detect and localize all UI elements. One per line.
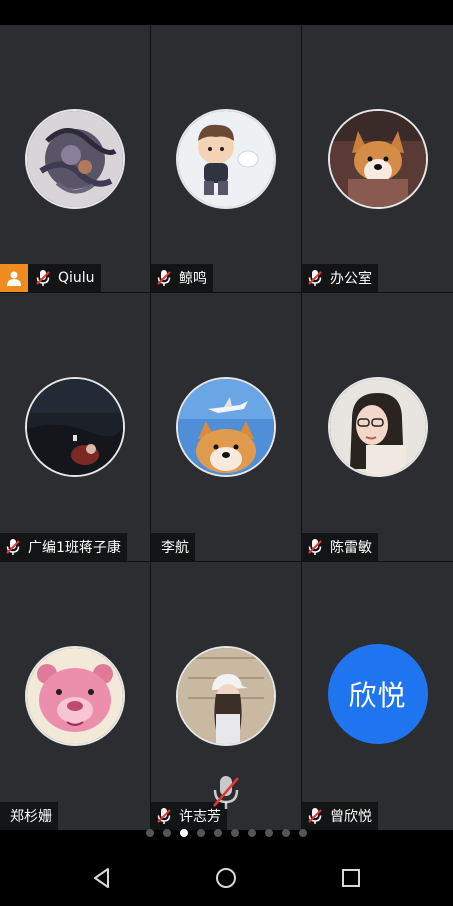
participant-tile[interactable]: 鲸鸣 [151,25,301,292]
girl-cap-avatar [176,646,276,746]
participant-label: 陈雷敏 [302,533,378,561]
participant-name: Qiulu [58,270,95,286]
abstract-art-avatar [25,109,125,209]
participant-tile[interactable]: 郑杉姗 [0,562,150,830]
participant-label: Qiulu [0,264,101,292]
dark-scene-avatar [25,377,125,477]
page-dot-active[interactable] [180,829,188,837]
muted-mic-icon [306,269,324,287]
system-navbar [0,850,453,906]
square-recents-icon [341,869,360,887]
page-dot[interactable] [282,829,290,837]
pink-bear-avatar [25,646,125,746]
text-avatar: 欣悦 [327,644,428,744]
page-dot[interactable] [163,829,171,837]
participant-name: 办公室 [330,271,372,287]
participant-label: 郑杉姗 [0,802,58,830]
participant-name: 广编1班蒋子康 [28,540,121,556]
recents-button[interactable] [331,858,371,898]
participant-grid: Qiulu 鲸鸣 办公室 广编1班蒋子康 李航 陈雷敏 郑杉姗 许志芳 欣悦 曾… [0,25,453,830]
page-dot[interactable] [146,829,154,837]
host-badge-icon [0,264,28,292]
page-dot[interactable] [299,829,307,837]
muted-mic-icon [306,538,324,556]
participant-label: 李航 [151,533,195,561]
page-dot[interactable] [231,829,239,837]
girl-portrait-avatar [327,377,428,477]
participant-tile[interactable]: 欣悦 曾欣悦 [302,562,453,830]
shiba-airplane-avatar [176,377,276,477]
back-button[interactable] [82,858,122,898]
participant-name: 曾欣悦 [330,809,372,825]
corgi-dog-avatar [327,109,428,209]
page-dot[interactable] [197,829,205,837]
triangle-back-icon [94,868,110,888]
participant-label: 广编1班蒋子康 [0,533,127,561]
home-button[interactable] [206,858,246,898]
participant-name: 陈雷敏 [330,540,372,556]
participant-name: 郑杉姗 [10,809,52,825]
page-indicator [0,828,453,838]
participant-tile[interactable]: 广编1班蒋子康 [0,293,150,561]
participant-tile[interactable]: 陈雷敏 [302,293,453,561]
participant-tile[interactable]: 李航 [151,293,301,561]
participant-tile[interactable]: Qiulu [0,25,150,292]
circle-home-icon [216,868,237,888]
meeting-screen: Qiulu 鲸鸣 办公室 广编1班蒋子康 李航 陈雷敏 郑杉姗 许志芳 欣悦 曾… [0,0,453,906]
participant-tile[interactable]: 办公室 [302,25,453,292]
page-dot[interactable] [214,829,222,837]
participant-name: 李航 [161,540,189,556]
participant-label: 曾欣悦 [302,802,378,830]
muted-mic-icon [34,269,52,287]
self-muted-mic-icon[interactable] [211,774,241,812]
page-dot[interactable] [265,829,273,837]
participant-name: 鲸鸣 [179,271,207,287]
muted-mic-icon [4,538,22,556]
participant-label: 办公室 [302,264,378,292]
cartoon-boy-avatar [176,109,276,209]
muted-mic-icon [155,807,173,825]
participant-label: 鲸鸣 [151,264,213,292]
muted-mic-icon [306,807,324,825]
page-dot[interactable] [248,829,256,837]
muted-mic-icon [155,269,173,287]
